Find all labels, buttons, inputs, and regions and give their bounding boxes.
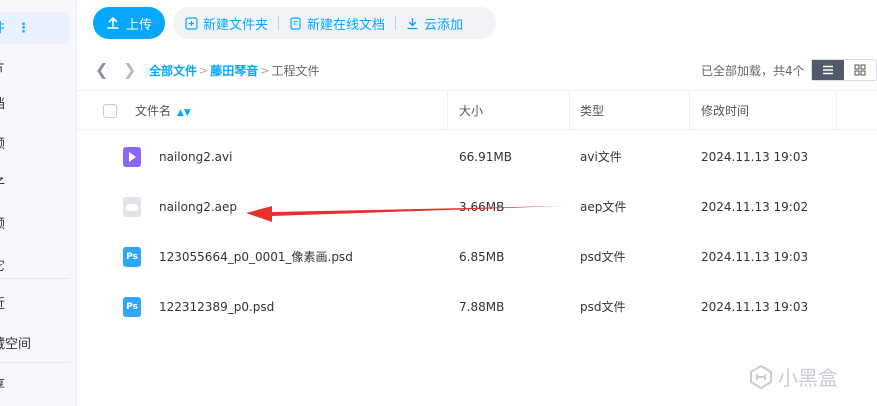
new-folder-label: 新建文件夹 [203, 17, 269, 33]
cloud-add-label: 云添加 [424, 17, 464, 33]
table-header: 文件名 ▲▼ 大小 类型 修改时间 [77, 90, 877, 131]
online-doc-icon [290, 16, 301, 30]
header-name[interactable]: 文件名 ▲▼ [135, 91, 191, 131]
file-modified: 2024.11.13 19:03 [701, 150, 809, 164]
back-arrow-icon[interactable]: ❮ [95, 60, 108, 79]
toolbar-separator [395, 16, 397, 30]
file-modified: 2024.11.13 19:03 [701, 300, 809, 314]
header-name-label: 文件名 [135, 104, 172, 118]
sidebar-item-label: 件 [0, 12, 5, 46]
column-divider [447, 91, 448, 131]
table-row[interactable]: Ps 123055664_p0_0001_像素画.psd 6.85MB psd文… [77, 232, 877, 282]
file-modified: 2024.11.13 19:03 [701, 250, 809, 264]
watermark: 小黑盒 [748, 362, 838, 391]
file-name[interactable]: 123055664_p0_0001_像素画.psd [159, 232, 353, 282]
sidebar-item-files[interactable]: 件 ⋮ [0, 12, 70, 44]
breadcrumb-all-files[interactable]: 全部文件 [149, 62, 197, 79]
new-folder-icon [185, 16, 198, 30]
breadcrumb: 全部文件 > 藤田琴音 > 工程文件 [149, 62, 319, 79]
unknown-file-icon [123, 197, 141, 217]
file-name[interactable]: 122312389_p0.psd [159, 282, 274, 332]
video-icon [123, 147, 141, 167]
watermark-logo-icon [750, 364, 772, 389]
breadcrumb-separator: > [260, 64, 270, 77]
watermark-text: 小黑盒 [778, 366, 838, 390]
file-modified: 2024.11.13 19:02 [701, 200, 809, 214]
file-type: psd文件 [580, 250, 626, 264]
list-view-icon [823, 65, 833, 75]
grid-view-icon [854, 64, 866, 76]
sidebar-item-seeds[interactable]: 子 [0, 168, 70, 202]
file-name[interactable]: nailong2.aep [159, 182, 237, 232]
sidebar-item-recent[interactable]: 近 [0, 288, 70, 322]
forward-arrow-icon[interactable]: ❯ [123, 60, 136, 79]
new-online-doc-label: 新建在线文档 [307, 17, 386, 33]
header-size[interactable]: 大小 [459, 91, 483, 131]
table-row[interactable]: Ps 122312389_p0.psd 7.88MB psd文件 2024.11… [77, 282, 877, 332]
header-type[interactable]: 类型 [580, 91, 604, 131]
column-divider [689, 91, 690, 131]
breadcrumb-folder[interactable]: 藤田琴音 [210, 62, 258, 79]
column-divider [836, 91, 837, 131]
toolbar-separator [278, 16, 280, 30]
sidebar-item-label: 子 [0, 168, 5, 202]
cloud-add-button[interactable]: 云添加 [406, 14, 463, 33]
column-divider [569, 91, 570, 131]
sidebar-divider [0, 278, 70, 279]
sidebar-item-share[interactable]: 享 [0, 369, 70, 403]
new-online-doc-button[interactable]: 新建在线文档 [289, 14, 385, 33]
sidebar-item-videos[interactable]: 频 [0, 128, 70, 162]
file-size: 3.66MB [459, 200, 505, 214]
sidebar-item-label: 藏空间 [0, 337, 32, 352]
new-folder-button[interactable]: 新建文件夹 [185, 14, 268, 33]
photoshop-icon: Ps [123, 297, 141, 317]
sidebar: 件 ⋮ 片 档 频 子 频 它 近 藏空间 享 [0, 0, 77, 406]
file-name[interactable]: nailong2.avi [159, 132, 232, 182]
grid-view-button[interactable] [844, 60, 876, 80]
file-type: psd文件 [580, 300, 626, 314]
sidebar-item-audio[interactable]: 频 [0, 208, 70, 242]
file-type: aep文件 [580, 200, 627, 214]
sidebar-item-label: 片 [0, 51, 5, 85]
tool-group: 新建文件夹 新建在线文档 云添加 [173, 7, 496, 39]
list-view-button[interactable] [812, 60, 844, 80]
breadcrumb-bar: ❮ ❯ 全部文件 > 藤田琴音 > 工程文件 已全部加载，共4个 [77, 52, 877, 88]
sidebar-divider [0, 362, 70, 363]
sidebar-item-label: 近 [0, 288, 5, 322]
file-table: 文件名 ▲▼ 大小 类型 修改时间 nailong2.avi 66.91MB av… [77, 90, 877, 332]
breadcrumb-current: 工程文件 [271, 64, 320, 78]
sidebar-item-label: 档 [0, 88, 5, 122]
sidebar-item-images[interactable]: 片 [0, 51, 70, 85]
sidebar-item-hidden-space[interactable]: 藏空间 [0, 328, 70, 362]
header-modified[interactable]: 修改时间 [701, 91, 749, 131]
table-row[interactable]: nailong2.avi 66.91MB avi文件 2024.11.13 19… [77, 132, 877, 182]
sidebar-item-label: 频 [0, 128, 5, 162]
download-icon [407, 17, 418, 29]
select-all-checkbox[interactable] [103, 104, 117, 118]
file-size: 7.88MB [459, 300, 505, 314]
more-dots-icon[interactable]: ⋮ [17, 12, 30, 46]
sidebar-item-documents[interactable]: 档 [0, 88, 70, 122]
upload-label: 上传 [125, 17, 152, 33]
file-type: avi文件 [580, 150, 622, 164]
sidebar-item-label: 频 [0, 208, 5, 242]
photoshop-icon: Ps [123, 247, 141, 267]
view-toggle [811, 59, 877, 81]
upload-button[interactable]: 上传 [93, 7, 165, 39]
table-row[interactable]: nailong2.aep 3.66MB aep文件 2024.11.13 19:… [77, 182, 877, 232]
load-status: 已全部加载，共4个 [701, 64, 805, 78]
breadcrumb-separator: > [199, 64, 209, 77]
sort-icon[interactable]: ▲▼ [177, 108, 191, 118]
sidebar-item-label: 享 [0, 369, 5, 403]
upload-icon [107, 17, 119, 29]
file-size: 66.91MB [459, 150, 512, 164]
file-size: 6.85MB [459, 250, 505, 264]
